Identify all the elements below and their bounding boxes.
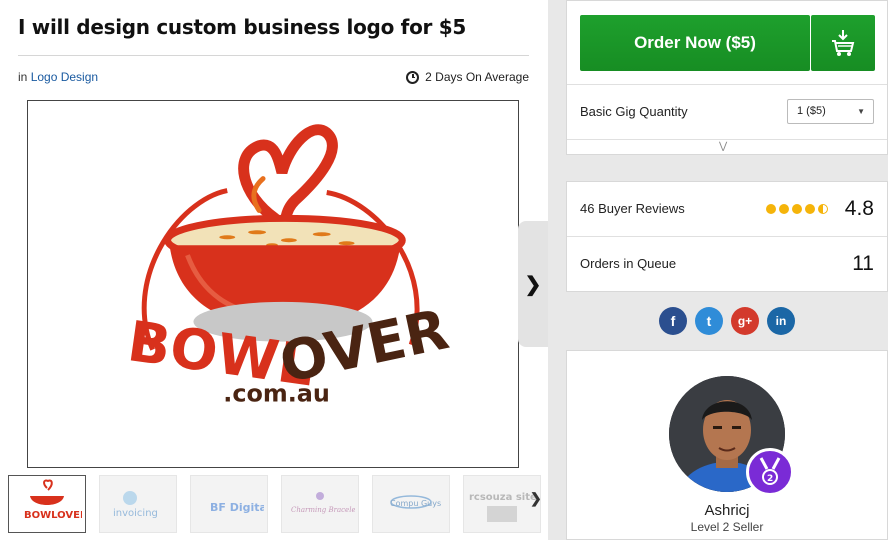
category-prefix: in: [18, 70, 28, 84]
svg-text:BOWLOVER: BOWLOVER: [24, 510, 82, 521]
seller-card: 2 Ashricj Level 2 Seller: [566, 350, 888, 540]
thumbnail-next-icon[interactable]: ❯: [530, 490, 542, 507]
clock-icon: [406, 70, 420, 84]
google-plus-icon[interactable]: g+: [731, 307, 759, 335]
sidebar: Order Now ($5) Basic Gig Quantity 1 ($5)…: [548, 0, 888, 540]
svg-text:rcsouza site: rcsouza site: [469, 492, 537, 503]
chevron-right-icon: ❯: [524, 273, 542, 296]
quantity-select[interactable]: 1 ($5) ▼: [787, 99, 874, 124]
gig-category: in Logo Design: [18, 70, 98, 84]
facebook-icon[interactable]: f: [659, 307, 687, 335]
expand-chevron-icon[interactable]: ⋁: [719, 141, 727, 152]
category-link[interactable]: Logo Design: [31, 70, 98, 84]
social-share: f t g+ in: [659, 307, 795, 335]
queue-value: 11: [852, 252, 874, 275]
quantity-label: Basic Gig Quantity: [580, 104, 688, 119]
star-icon: [766, 204, 776, 214]
seller-level: Level 2 Seller: [690, 520, 764, 534]
level-badge-icon: 2: [746, 448, 794, 496]
linkedin-icon[interactable]: in: [767, 307, 795, 335]
gig-content: I will design custom business logo for $…: [0, 0, 548, 540]
star-icon: [779, 204, 789, 214]
divider: [567, 84, 887, 85]
half-star-icon: [818, 204, 828, 214]
svg-text:2: 2: [767, 474, 773, 484]
gig-title: I will design custom business logo for $…: [18, 15, 466, 39]
order-panel: Order Now ($5) Basic Gig Quantity 1 ($5)…: [566, 0, 888, 155]
bowlover-logo: BOWL OVER .com.au: [124, 124, 454, 407]
thumbnail[interactable]: BF Digital: [190, 475, 268, 533]
thumbnail[interactable]: Compu Guys: [372, 475, 450, 533]
thumbnail[interactable]: Charming Bracelets: [281, 475, 359, 533]
thumbnail-strip: BOWLOVER invoicing BF Digital Charming B…: [8, 475, 541, 533]
thumbnail[interactable]: invoicing: [99, 475, 177, 533]
divider: [567, 139, 887, 140]
gig-main-image[interactable]: BOWL OVER .com.au: [27, 100, 519, 468]
next-image-arrow[interactable]: ❯: [518, 221, 548, 347]
twitter-icon[interactable]: t: [695, 307, 723, 335]
thumbnail[interactable]: BOWLOVER: [8, 475, 86, 533]
queue-row: Orders in Queue 11: [567, 237, 887, 292]
quantity-value: 1 ($5): [797, 105, 826, 117]
star-icon: [792, 204, 802, 214]
svg-text:Charming Bracelets: Charming Bracelets: [291, 506, 355, 514]
rating-value: 4.8: [844, 197, 874, 220]
star-rating: [766, 204, 828, 214]
cart-icon: [832, 30, 855, 56]
title-divider: [18, 55, 529, 56]
delivery-time: 2 Days On Average: [406, 70, 529, 84]
svg-text:invoicing: invoicing: [113, 508, 158, 519]
svg-text:BF Digital: BF Digital: [210, 501, 264, 514]
caret-down-icon: ▼: [857, 107, 865, 116]
reviews-row[interactable]: 46 Buyer Reviews 4.8: [567, 182, 887, 237]
queue-label: Orders in Queue: [580, 256, 677, 271]
add-to-cart-button[interactable]: [811, 15, 875, 71]
svg-text:Compu Guys: Compu Guys: [390, 499, 441, 508]
order-now-button[interactable]: Order Now ($5): [580, 15, 810, 71]
reviews-label: 46 Buyer Reviews: [580, 201, 685, 216]
logo-domain: .com.au: [223, 379, 330, 407]
thumb-logo-icon: BOWLOVER: [24, 479, 82, 521]
seller-name[interactable]: Ashricj: [567, 502, 887, 519]
star-icon: [805, 204, 815, 214]
delivery-text: 2 Days On Average: [425, 70, 529, 84]
stats-panel: 46 Buyer Reviews 4.8 Orders in Queue 11: [566, 181, 888, 292]
